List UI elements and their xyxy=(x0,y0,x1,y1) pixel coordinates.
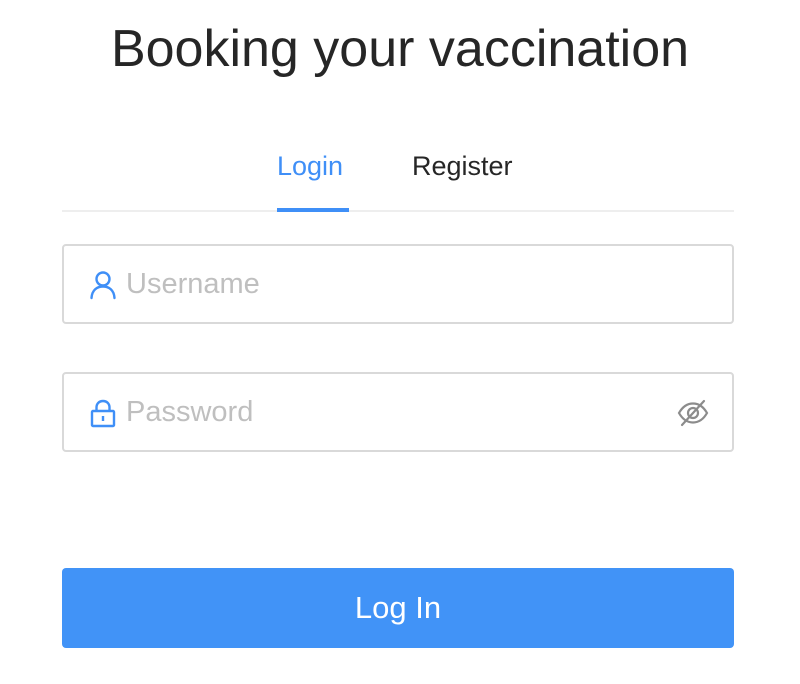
password-field[interactable] xyxy=(62,372,734,452)
login-page: Booking your vaccination Login Register … xyxy=(0,0,800,684)
username-field[interactable] xyxy=(62,244,734,324)
user-icon xyxy=(90,271,116,300)
username-input[interactable] xyxy=(126,260,666,308)
lock-icon xyxy=(90,399,116,428)
password-input[interactable] xyxy=(126,388,666,436)
tab-login[interactable]: Login xyxy=(277,148,343,184)
active-tab-indicator xyxy=(277,208,349,212)
login-button[interactable]: Log In xyxy=(62,568,734,648)
eye-invisible-icon[interactable] xyxy=(676,396,710,430)
tab-register[interactable]: Register xyxy=(412,148,513,184)
page-title: Booking your vaccination xyxy=(110,20,690,78)
auth-tabs: Login Register xyxy=(62,140,734,212)
